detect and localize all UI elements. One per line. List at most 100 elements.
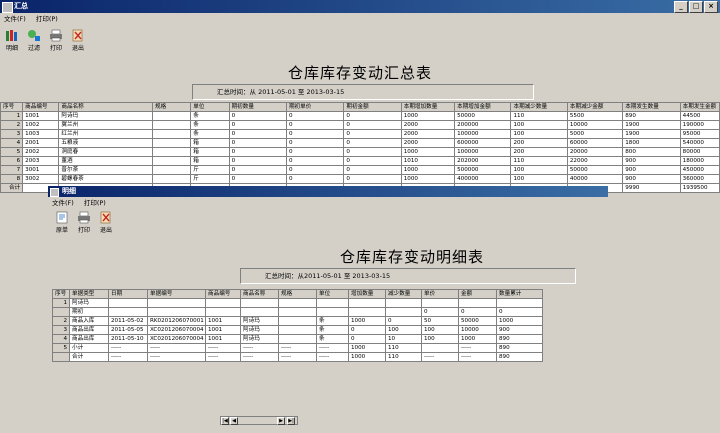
detail-titlebar[interactable]: 明细 [48,186,608,197]
table-row[interactable]: 2 商品入库 2011-05-02 RK0201206070001 1001 阿诗玛条 10… [52,316,543,326]
document-icon [56,211,68,224]
summary-cell: 洞庭春 [58,147,154,157]
table-row[interactable]: 5 小计 ----- ----- ----- ----- ----- ----- 1000 110… [52,343,543,353]
summary-cell: 5000 [566,129,624,139]
summary-column-header[interactable]: 规格 [152,102,192,112]
detail-menu-print[interactable]: 打印(P) [84,198,106,208]
table-row[interactable]: 1 阿诗玛 [52,298,543,308]
detail-exit-button[interactable]: 退出 [97,210,115,234]
summary-cell: 0 [285,111,345,121]
summary-cell: 600000 [454,138,512,148]
summary-cell: 50000 [454,111,512,121]
summary-titlebar[interactable]: 汇总 _ □ × [0,0,720,13]
detail-column-header[interactable]: 商品编号 [205,289,241,299]
detail-column-header[interactable]: 数量累计 [496,289,543,299]
summary-cell: 普尔茶 [58,165,154,175]
summary-cell: 0 [228,174,287,184]
maximize-button[interactable]: □ [689,1,703,13]
detail-cell: 900 [496,325,543,335]
detail-cell: 0 [421,307,459,317]
scroll-left-icon[interactable]: ◀ [230,417,238,425]
detail-column-header[interactable]: 商品名称 [240,289,279,299]
summary-column-header[interactable]: 本期增加数量 [400,102,456,112]
summary-cell: 翼兰州 [58,120,154,130]
summary-column-header[interactable]: 商品编号 [22,102,60,112]
scroll-last-icon[interactable]: ▶| [287,417,295,425]
summary-cell: 1900 [622,120,681,130]
table-row[interactable]: 5 2002 洞庭春箱 0 0 0 1000 100000 200 20000 800 80000 [0,147,720,157]
detail-column-header[interactable]: 单据编号 [147,289,206,299]
scroll-first-icon[interactable]: |◀ [221,417,229,425]
summary-cell: 8 [0,174,24,184]
close-button[interactable]: × [704,1,718,13]
menu-print[interactable]: 打印(P) [36,14,58,24]
detail-column-header[interactable]: 规格 [278,289,317,299]
summary-cell: 0 [343,174,402,184]
app-icon [2,2,13,13]
detail-cell: 890 [496,334,543,344]
summary-column-header[interactable]: 本期减少数量 [510,102,568,112]
table-row[interactable]: 3 商品出库 2011-05-05 XC0201206070004 1001 阿诗玛条 0 1… [52,325,543,335]
table-row[interactable]: 2 1002 翼兰州条 0 0 0 2000 200000 100 10000 1900 190000 [0,120,720,130]
table-row[interactable]: 1 1001 阿诗玛条 0 0 0 1000 50000 110 5500 890 44500 [0,111,720,121]
summary-cell: 180000 [679,156,720,166]
menu-file[interactable]: 文件(F) [4,14,26,24]
scroll-right-icon[interactable]: ▶ [277,417,285,425]
detail-column-header[interactable]: 减少数量 [385,289,422,299]
print-button[interactable]: 打印 [47,28,65,52]
summary-cell: 0 [343,129,402,139]
detail-cell [278,316,317,326]
summary-cell: 110 [510,111,568,121]
table-row[interactable]: 6 2003 董酒箱 0 0 0 1010 202000 110 22000 900 180000 [0,156,720,166]
summary-column-header[interactable]: 本期发生金额 [679,102,720,112]
summary-column-header[interactable]: 本期发生数量 [622,102,681,112]
detail-cell: 0 [385,316,422,326]
table-row[interactable]: 4 2001 五粮液箱 0 0 0 2000 600000 200 60000 1800 540000 [0,138,720,148]
detail-cell [385,307,422,317]
table-row[interactable]: 4 商品出库 2011-05-10 XC0201206070004 1001 阿诗玛条 0 1… [52,334,543,344]
summary-cell: 0 [228,147,287,157]
detail-print-button[interactable]: 打印 [75,210,93,234]
detail-cell: ----- [316,352,349,362]
summary-column-header[interactable]: 商品名称 [58,102,154,112]
original-document-button[interactable]: 原单 [53,210,71,234]
horizontal-scrollbar[interactable]: |◀ ◀ ▶ ▶| [220,416,298,425]
detail-column-header[interactable]: 金额 [458,289,497,299]
filter-button[interactable]: 过滤 [25,28,43,52]
summary-column-header[interactable]: 本期减少金额 [566,102,624,112]
table-row[interactable]: 3 1003 红兰州条 0 0 0 2000 100000 100 5000 1900 95000 [0,129,720,139]
minimize-button[interactable]: _ [674,1,688,13]
summary-column-header[interactable]: 序号 [0,102,24,112]
summary-column-header[interactable]: 期初单价 [285,102,345,112]
summary-cell: 1000 [400,111,456,121]
detail-button[interactable]: 明细 [3,28,21,52]
detail-cell: 100 [421,325,459,335]
detail-cell [240,307,279,317]
summary-column-header[interactable]: 单位 [190,102,230,112]
table-row[interactable]: 8 3002 碧螺春茶斤 0 0 0 1000 400000 100 40000 900 360000 [0,174,720,184]
detail-cell [278,307,317,317]
detail-column-header[interactable]: 单据类型 [69,289,109,299]
detail-column-header[interactable]: 单价 [421,289,459,299]
detail-column-header[interactable]: 单位 [316,289,349,299]
table-row[interactable]: 合计 ----- ----- ----- ----- ----- ----- 1000 110-… [52,352,543,362]
detail-cell: ----- [278,352,317,362]
detail-menu-file[interactable]: 文件(F) [52,198,74,208]
detail-cell: ----- [147,343,206,353]
summary-cell: 1939500 [679,183,720,193]
summary-cell: 0 [228,156,287,166]
summary-cell: 900 [622,156,681,166]
table-row[interactable]: 期初 0 0 0 [52,307,543,317]
table-row[interactable]: 7 3001 普尔茶斤 0 0 0 1000 500000 100 50000 900 450000 [0,165,720,175]
summary-column-header[interactable]: 本期增加金额 [454,102,512,112]
detail-column-header[interactable]: 序号 [52,289,70,299]
detail-cell [205,307,241,317]
summary-column-header[interactable]: 期初数量 [228,102,287,112]
detail-column-header[interactable]: 增加数量 [348,289,386,299]
summary-cell: 3001 [22,165,60,175]
detail-cell: 100 [385,325,422,335]
summary-column-header[interactable]: 期初金额 [343,102,402,112]
detail-column-header[interactable]: 日期 [108,289,148,299]
app-icon [50,188,59,197]
exit-button[interactable]: 退出 [69,28,87,52]
